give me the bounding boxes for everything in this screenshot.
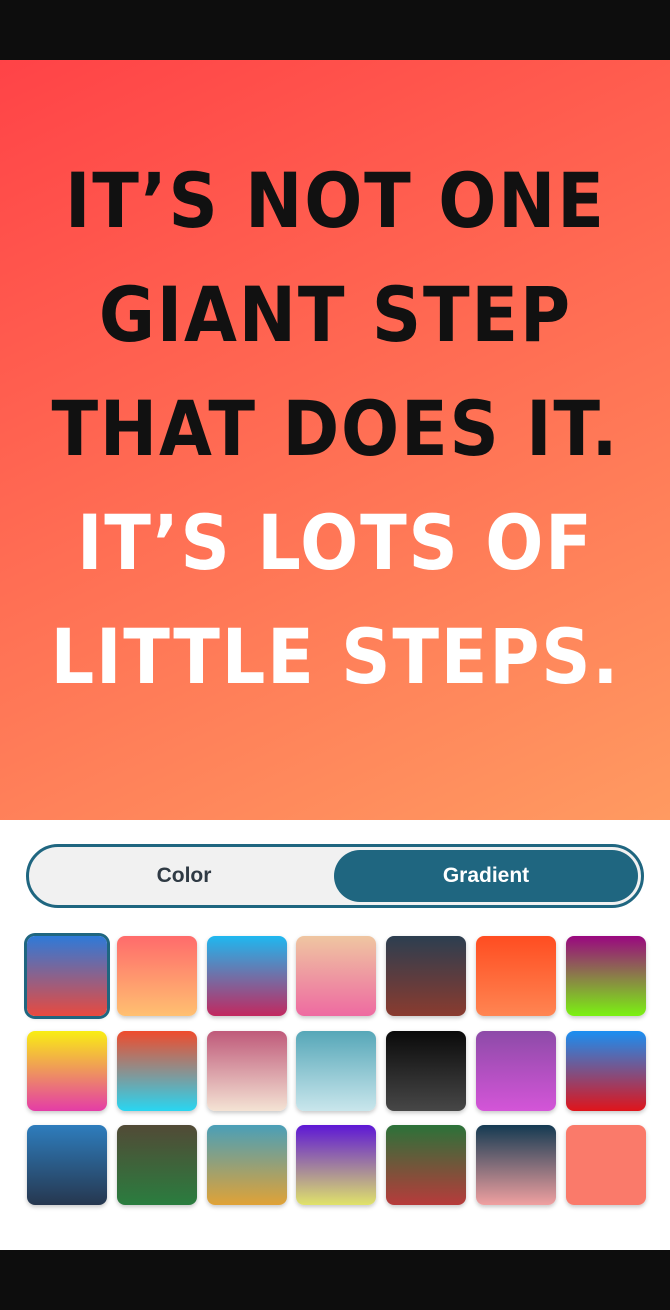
- gradient-swatch[interactable]: [206, 1030, 287, 1111]
- gradient-swatch[interactable]: [565, 936, 646, 1016]
- quote-line: THAT DOES IT.: [51, 384, 619, 473]
- quote-line: GIANT STEP: [98, 270, 572, 359]
- gradient-swatch[interactable]: [476, 936, 556, 1016]
- mode-toggle: Color Gradient: [26, 844, 644, 908]
- quote-canvas: IT’S NOT ONE GIANT STEP THAT DOES IT. IT…: [0, 60, 670, 820]
- gradient-swatch[interactable]: [386, 936, 467, 1016]
- gradient-swatch[interactable]: [476, 1125, 556, 1205]
- gradient-swatch[interactable]: [476, 1030, 556, 1111]
- status-bar: [0, 0, 670, 60]
- background-picker-panel: Color Gradient: [0, 820, 670, 1250]
- gradient-swatch[interactable]: [27, 1125, 107, 1205]
- color-mode-button[interactable]: Color: [32, 850, 336, 902]
- quote-line: IT’S LOTS OF: [76, 498, 594, 587]
- quote-line: LITTLE STEPS.: [50, 612, 620, 701]
- gradient-swatch[interactable]: [116, 1030, 197, 1111]
- gradient-swatch[interactable]: [206, 936, 287, 1016]
- gradient-swatch[interactable]: [116, 1125, 197, 1205]
- gradient-swatch[interactable]: [296, 936, 377, 1016]
- gradient-mode-button[interactable]: Gradient: [334, 850, 638, 902]
- navigation-bar: [0, 1250, 670, 1310]
- gradient-swatch[interactable]: [565, 1125, 646, 1205]
- gradient-swatch[interactable]: [386, 1030, 467, 1111]
- gradient-swatch[interactable]: [206, 1125, 287, 1205]
- gradient-swatch[interactable]: [565, 1030, 646, 1111]
- quote-line: IT’S NOT ONE: [64, 156, 606, 245]
- gradient-swatch[interactable]: [296, 1030, 377, 1111]
- gradient-swatch[interactable]: [386, 1125, 467, 1205]
- gradient-swatch[interactable]: [296, 1125, 377, 1205]
- gradient-swatch[interactable]: [116, 936, 197, 1016]
- quote-text: IT’S NOT ONE GIANT STEP THAT DOES IT. IT…: [50, 144, 619, 714]
- gradient-swatch[interactable]: [27, 1030, 107, 1111]
- gradient-swatch[interactable]: [27, 936, 107, 1016]
